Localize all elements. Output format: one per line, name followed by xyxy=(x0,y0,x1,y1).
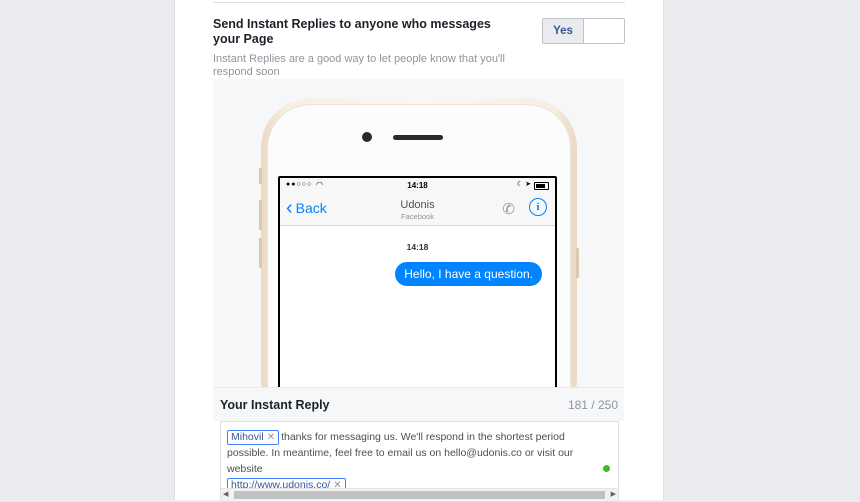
reply-label: Your Instant Reply xyxy=(220,398,330,412)
character-count: 181 / 250 xyxy=(567,398,618,412)
setting-title: Send Instant Replies to anyone who messa… xyxy=(213,17,491,46)
name-token-label: Mihovil xyxy=(231,431,264,443)
info-icon[interactable]: i xyxy=(529,198,547,216)
scroll-right-icon[interactable]: ▶ xyxy=(611,490,616,498)
speaker-icon xyxy=(393,135,443,140)
toggle-no-option[interactable] xyxy=(584,19,624,43)
message-bubble: Hello, I have a question. xyxy=(395,262,542,286)
message-timestamp: 14:18 xyxy=(406,242,429,252)
instant-reply-editor[interactable]: Mihovil ✕ thanks for messaging us. We'll r… xyxy=(220,421,619,502)
scrollbar-thumb[interactable] xyxy=(234,491,605,499)
phone-side-button xyxy=(576,248,579,278)
phone-preview: ●●○○○ ◠ 14:18 ☾ ➤ ‹ Back Udonis Facebook xyxy=(213,79,624,388)
divider xyxy=(213,2,625,3)
scroll-left-icon[interactable]: ◀ xyxy=(223,490,228,498)
horizontal-scrollbar[interactable]: ◀ ▶ xyxy=(221,488,618,501)
location-icon: ☾ ➤ xyxy=(516,181,531,188)
setting-description: Instant Replies are a good way to let pe… xyxy=(213,53,505,78)
settings-card: Send Instant Replies to anyone who messa… xyxy=(174,0,664,502)
reply-header: Your Instant Reply 181 / 250 xyxy=(213,387,624,421)
chat-header: ‹ Back Udonis Facebook ✆ i xyxy=(280,192,555,226)
phone-side-button xyxy=(259,238,262,268)
name-token[interactable]: Mihovil ✕ xyxy=(227,430,280,445)
phone-call-icon[interactable]: ✆ xyxy=(502,200,515,218)
phone-screen: ●●○○○ ◠ 14:18 ☾ ➤ ‹ Back Udonis Facebook xyxy=(278,176,557,388)
close-icon[interactable]: ✕ xyxy=(267,432,275,443)
phone-side-button xyxy=(259,168,262,184)
status-bar: ●●○○○ ◠ 14:18 ☾ ➤ xyxy=(280,178,555,192)
toggle-yes-option[interactable]: Yes xyxy=(543,19,584,43)
reply-text[interactable]: Mihovil ✕ thanks for messaging us. We'll r… xyxy=(227,429,607,493)
status-time: 14:18 xyxy=(407,181,428,190)
status-dot xyxy=(603,465,610,472)
battery-icon xyxy=(534,182,549,190)
instant-reply-toggle[interactable]: Yes xyxy=(542,18,625,44)
phone-side-button xyxy=(259,200,262,230)
phone-frame: ●●○○○ ◠ 14:18 ☾ ➤ ‹ Back Udonis Facebook xyxy=(259,98,579,388)
camera-icon xyxy=(362,132,372,142)
